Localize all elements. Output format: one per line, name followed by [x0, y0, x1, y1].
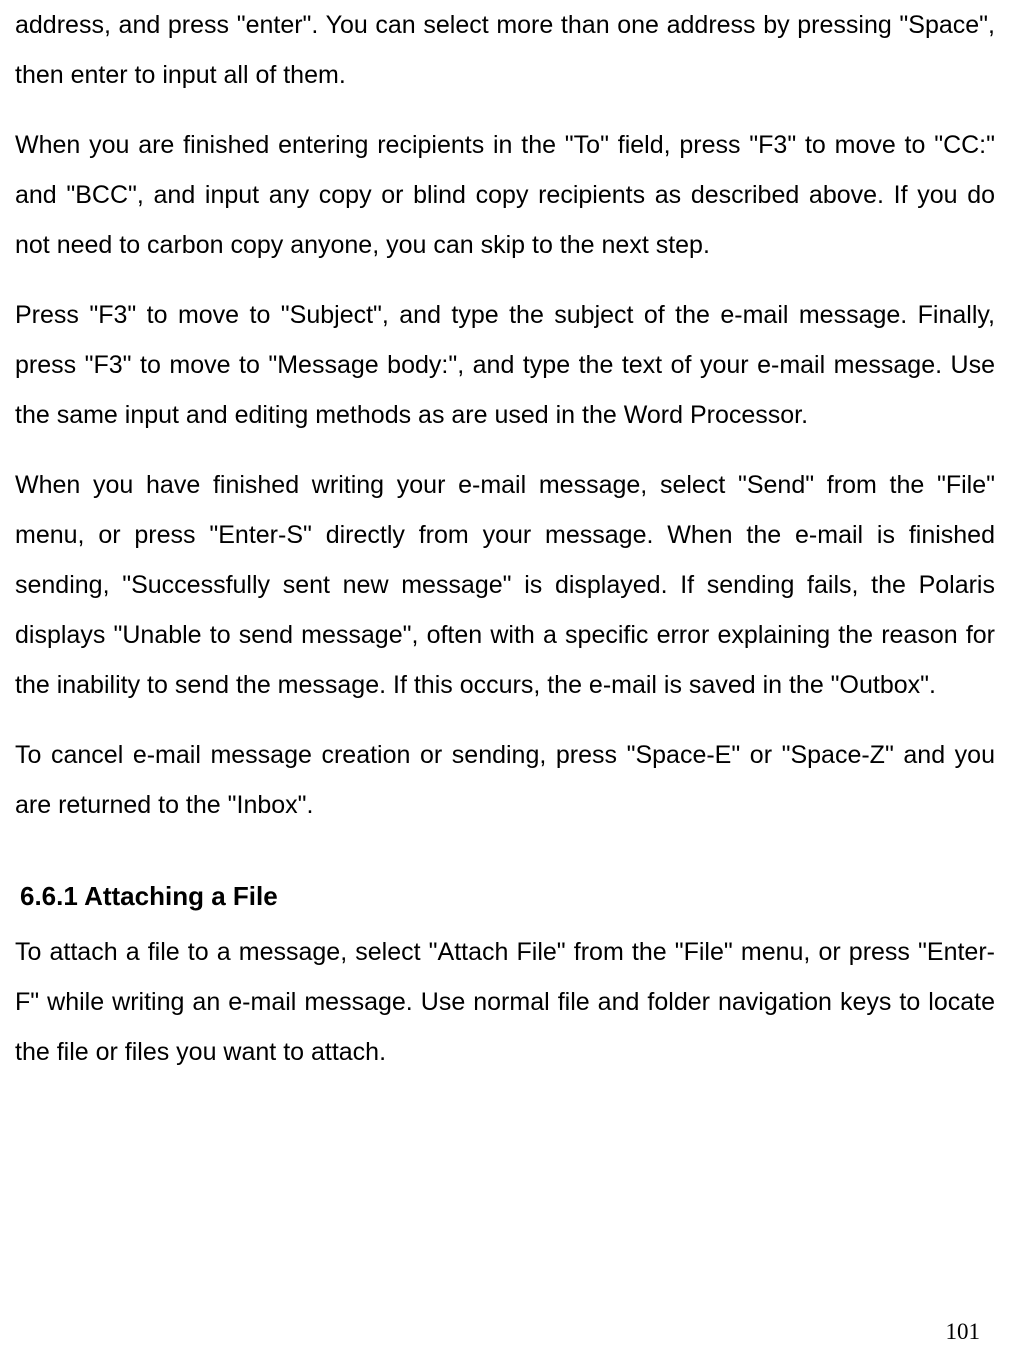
paragraph-6: To attach a file to a message, select "A…: [15, 927, 995, 1077]
section-heading-661: 6.6.1 Attaching a File: [20, 870, 995, 922]
document-content: address, and press "enter". You can sele…: [15, 0, 995, 1077]
paragraph-1: address, and press "enter". You can sele…: [15, 0, 995, 100]
page-number: 101: [946, 1319, 981, 1345]
paragraph-4: When you have finished writing your e-ma…: [15, 460, 995, 710]
paragraph-3: Press "F3" to move to "Subject", and typ…: [15, 290, 995, 440]
paragraph-5: To cancel e-mail message creation or sen…: [15, 730, 995, 830]
paragraph-2: When you are finished entering recipient…: [15, 120, 995, 270]
